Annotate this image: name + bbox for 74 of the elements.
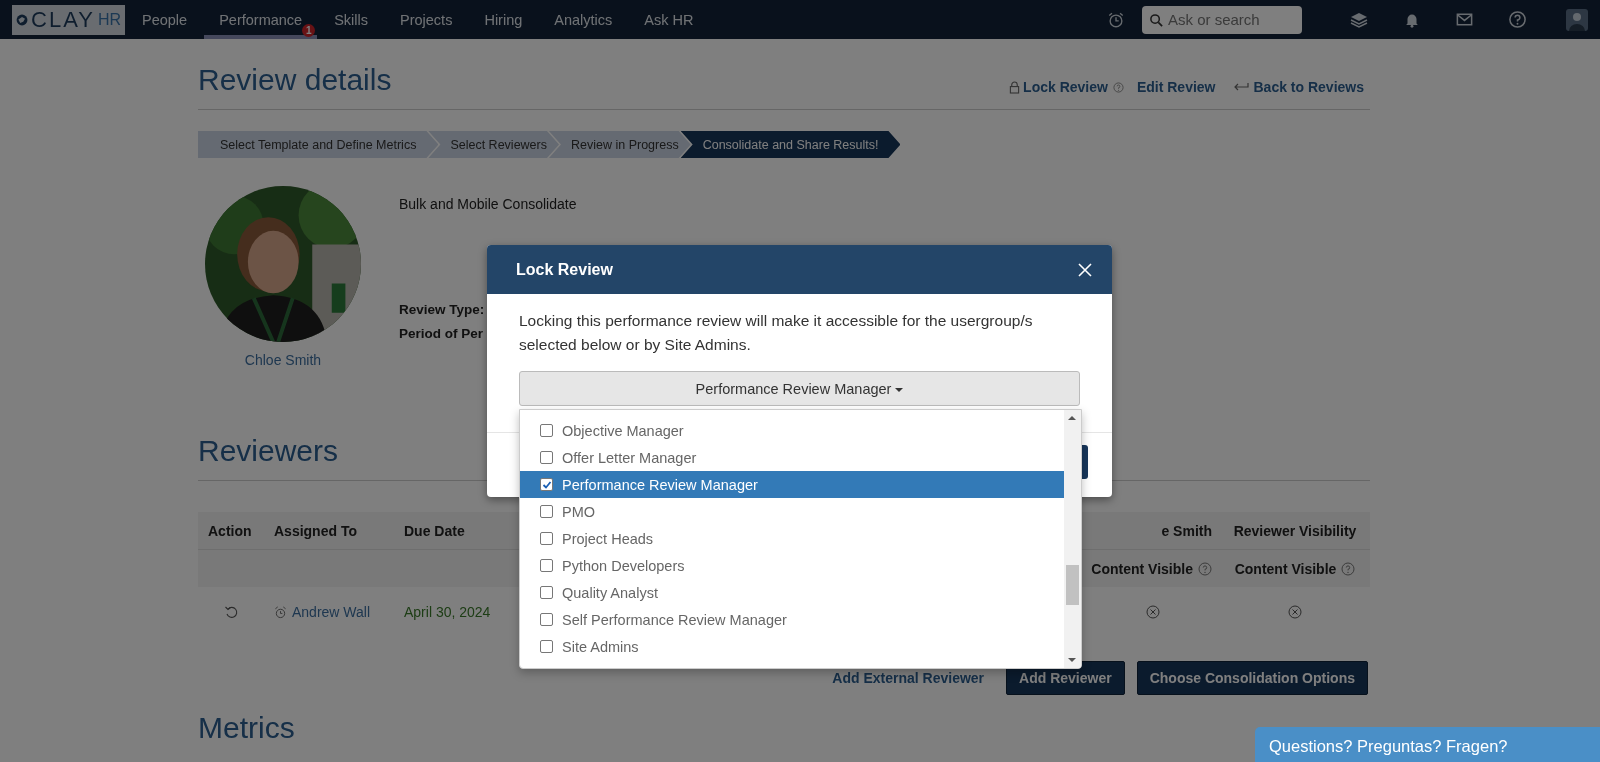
column-header: Due Date: [404, 522, 465, 539]
column-header: Reviewer Visibility: [1232, 522, 1358, 539]
checkbox[interactable]: [540, 559, 553, 572]
close-icon[interactable]: [1078, 262, 1092, 277]
checkbox[interactable]: [540, 451, 553, 464]
help-icon[interactable]: [1198, 561, 1212, 576]
usergroup-option[interactable]: Project Heads: [520, 525, 1064, 552]
due-date: April 30, 2024: [404, 604, 491, 620]
dialog-title: Lock Review: [516, 260, 613, 279]
usergroup-option[interactable]: PMO: [520, 498, 1064, 525]
column-header: Assigned To: [273, 522, 358, 539]
back-link[interactable]: Back to Reviews: [1253, 79, 1364, 95]
progress-step: Consolidate and Share Results!: [680, 131, 901, 158]
usergroup-option[interactable]: Self Performance Review Manager: [520, 606, 1064, 633]
column-header: Action: [207, 522, 253, 539]
edit-review-link[interactable]: Edit Review: [1136, 79, 1216, 95]
logo[interactable]: CLAY HR: [12, 4, 125, 35]
alarm-icon[interactable]: [274, 605, 287, 619]
usergroup-option[interactable]: Performance Review Manager: [520, 471, 1064, 498]
dialog-message: Locking this performance review will make it accessible for the usergroup/s selected below or by Site Admins.: [519, 311, 1034, 355]
help-icon[interactable]: [1112, 81, 1124, 93]
circled-x-icon[interactable]: [1146, 605, 1160, 619]
checkbox[interactable]: [540, 586, 553, 599]
section-title: Metrics: [198, 711, 295, 745]
lock-icon: [1009, 80, 1021, 94]
return-arrow-icon: [1232, 82, 1249, 92]
nav-tab[interactable]: Analytics: [539, 0, 628, 39]
nav-tab[interactable]: Performance 1: [204, 0, 318, 39]
review-name: Bulk and Mobile Consolidate: [399, 196, 577, 212]
column-subheader: Content Visible: [1234, 560, 1337, 577]
checkbox[interactable]: [540, 505, 553, 518]
usergroup-option[interactable]: Offer Letter Manager: [520, 444, 1064, 471]
progress-step: Select Reviewers: [428, 131, 559, 158]
checkbox[interactable]: [540, 532, 553, 545]
usergroup-option[interactable]: Quality Analyst: [520, 579, 1064, 606]
lock-review-link[interactable]: Lock Review: [1023, 79, 1108, 95]
nav-tab[interactable]: Projects: [385, 0, 468, 39]
column-header: e Smith: [1160, 522, 1213, 539]
help-icon[interactable]: [1341, 561, 1356, 576]
caret-icon: [895, 387, 904, 392]
user-avatar-icon[interactable]: [1566, 8, 1588, 31]
notification-badge: 1: [302, 24, 316, 37]
action-button[interactable]: Choose Consolidation Options: [1136, 661, 1368, 695]
usergroup-option[interactable]: Site Admins: [520, 633, 1064, 660]
nav-tab[interactable]: People: [127, 0, 203, 39]
field-label: Review Type:: [399, 302, 485, 317]
nav-tab[interactable]: Ask HR: [629, 0, 709, 39]
search-icon: [1149, 12, 1164, 28]
usergroup-dropdown[interactable]: Performance Review Manager: [519, 371, 1080, 406]
undo-icon[interactable]: [224, 605, 238, 619]
alarm-clock-icon[interactable]: [1107, 10, 1125, 29]
checkbox[interactable]: [540, 478, 553, 491]
column-subheader: Content Visible: [1091, 560, 1193, 577]
progress-step: Select Template and Define Metrics: [198, 131, 439, 158]
checkbox[interactable]: [540, 613, 553, 626]
employee-name-link[interactable]: Chloe Smith: [244, 352, 322, 368]
search-field[interactable]: Ask or search: [1142, 5, 1302, 34]
usergroup-option[interactable]: Python Developers: [520, 552, 1064, 579]
chat-button[interactable]: Questions? Preguntas? Fragen?: [1255, 727, 1600, 762]
checkbox[interactable]: [540, 424, 553, 437]
section-title: Reviewers: [198, 434, 339, 468]
scrollbar[interactable]: [1064, 410, 1081, 668]
logo-subtext: HR: [97, 10, 121, 29]
progress-step: Review in Progress: [549, 131, 691, 158]
nav-tab[interactable]: Skills: [319, 0, 383, 39]
nav-tab[interactable]: Hiring: [469, 0, 538, 39]
circled-x-icon[interactable]: [1288, 605, 1302, 619]
usergroup-option[interactable]: Objective Manager: [520, 417, 1064, 444]
add-external-reviewer-link[interactable]: Add External Reviewer: [832, 670, 985, 686]
page-title: Review details: [198, 63, 392, 97]
checkbox[interactable]: [540, 640, 553, 653]
logo-text: CLAY: [31, 6, 95, 33]
field-label: Period of Per: [399, 326, 484, 341]
assignee-link[interactable]: Andrew Wall: [292, 604, 371, 620]
